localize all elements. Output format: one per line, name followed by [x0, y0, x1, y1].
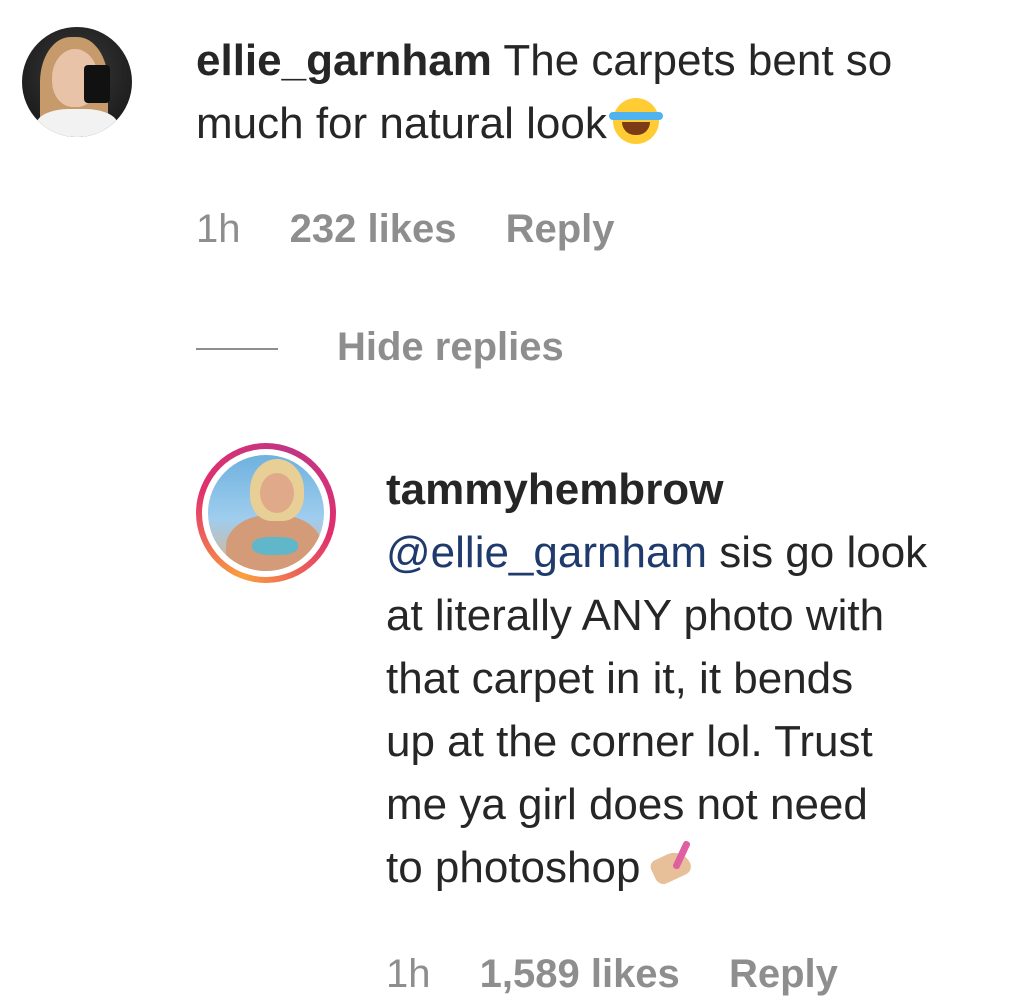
- reply-text: up at the corner lol. Trust: [386, 717, 873, 766]
- reply-body: tammyhembrow @ellie_garnham sis go look …: [386, 458, 1016, 899]
- reply-likes[interactable]: 1,589 likes: [480, 952, 680, 997]
- comment-text: much for natural look: [196, 99, 607, 148]
- avatar[interactable]: [22, 27, 132, 137]
- avatar[interactable]: [208, 455, 324, 571]
- comment-meta: 1h 232 likes Reply: [196, 207, 615, 252]
- reply-text: to photoshop: [386, 843, 641, 892]
- comment-likes[interactable]: 232 likes: [290, 207, 457, 252]
- comment-text: The carpets bent so: [503, 36, 893, 85]
- reply-button[interactable]: Reply: [729, 952, 838, 997]
- face-with-tears-of-joy-icon: [608, 98, 663, 144]
- reply-username[interactable]: tammyhembrow: [386, 465, 723, 514]
- reply-meta: 1h 1,589 likes Reply: [386, 952, 838, 997]
- nail-polish-icon: [648, 839, 695, 887]
- reply-text: sis go look: [719, 528, 928, 577]
- reply-button[interactable]: Reply: [506, 207, 615, 252]
- reply-text: me ya girl does not need: [386, 780, 868, 829]
- comment-body: ellie_garnham The carpets bent so much f…: [196, 29, 1016, 155]
- mention-link[interactable]: @ellie_garnham: [386, 528, 707, 577]
- comment-time: 1h: [196, 207, 241, 251]
- hide-replies-button[interactable]: Hide replies: [337, 325, 564, 370]
- reply-time: 1h: [386, 952, 431, 996]
- reply-text: that carpet in it, it bends: [386, 654, 854, 703]
- divider: [196, 348, 278, 350]
- reply-text: at literally ANY photo with: [386, 591, 885, 640]
- comment-username[interactable]: ellie_garnham: [196, 36, 492, 85]
